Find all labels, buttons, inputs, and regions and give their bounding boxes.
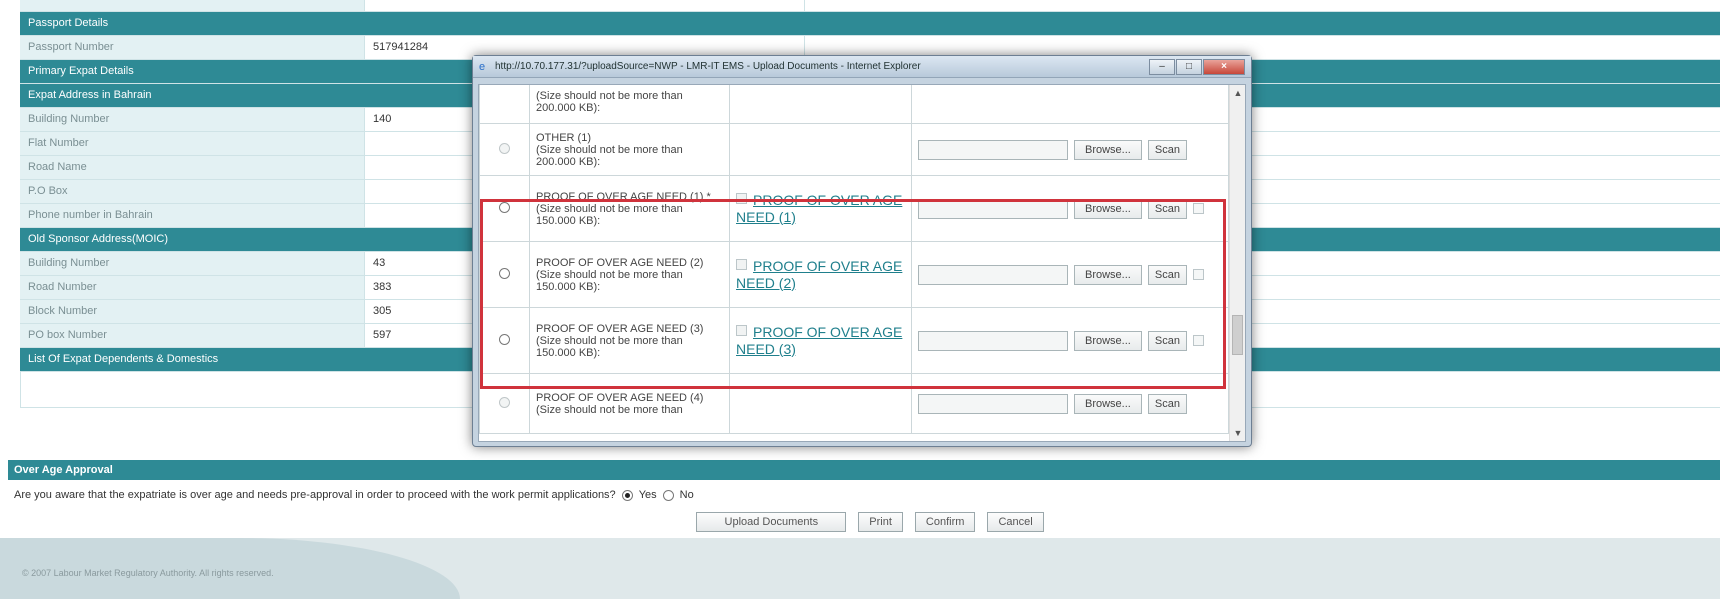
over-age-question: Are you aware that the expatriate is ove…	[14, 489, 616, 501]
document-name: PROOF OF OVER AGE NEED (3)	[536, 322, 704, 335]
over-age-header: Over Age Approval	[8, 460, 1720, 480]
no-label[interactable]: No	[680, 489, 694, 501]
browse-button[interactable]: Browse...	[1074, 139, 1142, 160]
scroll-up-icon[interactable]: ▲	[1230, 85, 1245, 101]
document-size-note: (Size should not be more than 150.000 KB…	[536, 334, 683, 359]
document-link[interactable]: PROOF OF OVER AGE NEED (1)	[736, 192, 902, 225]
scan-button[interactable]: Scan	[1147, 330, 1187, 351]
document-radio[interactable]	[499, 142, 510, 154]
document-name: OTHER (1)	[536, 131, 591, 144]
upload-checkbox[interactable]	[1192, 203, 1204, 214]
document-size-note: (Size should not be more than 150.000 KB…	[536, 268, 683, 293]
document-row: OTHER (1) (Size should not be more than 2…	[479, 123, 1229, 176]
documents-table: (Size should not be more than 200.000 KB…	[479, 85, 1229, 434]
browse-button[interactable]: Browse...	[1074, 198, 1142, 219]
flat-number-label: Flat Number	[20, 132, 364, 155]
window-controls: – □ ×	[1149, 58, 1245, 75]
yes-label[interactable]: Yes	[639, 489, 657, 501]
window-titlebar[interactable]: e http://10.70.177.31/?uploadSource=NWP …	[473, 56, 1251, 78]
scroll-thumb[interactable]	[1232, 315, 1243, 355]
document-name: PROOF OF OVER AGE NEED (1) *	[536, 190, 711, 203]
document-name: PROOF OF OVER AGE NEED (4)	[536, 391, 704, 404]
action-buttons: Upload Documents Print Confirm Cancel	[0, 512, 1720, 532]
print-button[interactable]: Print	[858, 512, 903, 532]
upload-documents-button[interactable]: Upload Documents	[696, 512, 847, 532]
file-path-input[interactable]	[918, 198, 1068, 219]
building-number-label: Building Number	[20, 108, 364, 131]
road-name-label: Road Name	[20, 156, 364, 179]
upload-documents-window: e http://10.70.177.31/?uploadSource=NWP …	[472, 55, 1252, 447]
browse-button[interactable]: Browse...	[1074, 393, 1142, 414]
document-link[interactable]: PROOF OF OVER AGE NEED (3)	[736, 324, 902, 357]
maximize-icon[interactable]: □	[1176, 58, 1202, 75]
document-link[interactable]: PROOF OF OVER AGE NEED (2)	[736, 258, 902, 291]
upload-documents-content: (Size should not be more than 200.000 KB…	[478, 84, 1246, 442]
copyright-text: © 2007 Labour Market Regulatory Authorit…	[22, 568, 274, 578]
cancel-button[interactable]: Cancel	[987, 512, 1044, 532]
no-radio[interactable]	[662, 489, 674, 501]
browse-button[interactable]: Browse...	[1074, 330, 1142, 351]
window-title: http://10.70.177.31/?uploadSource=NWP - …	[495, 61, 921, 72]
file-path-input[interactable]	[918, 264, 1068, 285]
internet-explorer-icon: e	[479, 60, 486, 73]
browse-button[interactable]: Browse...	[1074, 264, 1142, 285]
yes-radio[interactable]	[621, 489, 633, 501]
confirm-button[interactable]: Confirm	[914, 512, 976, 532]
document-row: PROOF OF OVER AGE NEED (2) (Size should n…	[479, 241, 1229, 308]
document-radio[interactable]	[499, 396, 510, 408]
upload-checkbox[interactable]	[1192, 269, 1204, 280]
close-icon[interactable]: ×	[1203, 58, 1245, 75]
document-radio[interactable]	[499, 333, 510, 345]
scan-button[interactable]: Scan	[1147, 198, 1187, 219]
po-box-label: P.O Box	[20, 180, 364, 203]
passport-section-header: Passport Details	[20, 12, 1720, 36]
document-radio[interactable]	[499, 267, 510, 279]
document-size-note: (Size should not be more than	[536, 403, 683, 416]
passport-number-label: Passport Number	[20, 36, 364, 59]
document-row: (Size should not be more than 200.000 KB…	[479, 85, 1229, 124]
scan-button[interactable]: Scan	[1147, 264, 1187, 285]
document-name: PROOF OF OVER AGE NEED (2)	[536, 256, 704, 269]
vertical-scrollbar[interactable]: ▲ ▼	[1229, 85, 1245, 441]
document-row: PROOF OF OVER AGE NEED (3) (Size should n…	[479, 307, 1229, 374]
document-size-note: (Size should not be more than 200.000 KB…	[536, 143, 683, 168]
footer: © 2007 Labour Market Regulatory Authorit…	[0, 538, 1720, 599]
file-path-input[interactable]	[918, 330, 1068, 351]
os-building-label: Building Number	[20, 252, 364, 275]
scan-button[interactable]: Scan	[1147, 393, 1187, 414]
scroll-down-icon[interactable]: ▼	[1230, 425, 1245, 441]
document-radio[interactable]	[499, 201, 510, 213]
file-path-input[interactable]	[918, 139, 1068, 160]
document-checkbox[interactable]	[736, 258, 747, 270]
document-checkbox[interactable]	[736, 324, 747, 336]
document-size-note: (Size should not be more than 200.000 KB…	[536, 89, 683, 114]
clipped-row	[20, 0, 1720, 12]
os-block-label: Block Number	[20, 300, 364, 323]
file-path-input[interactable]	[918, 393, 1068, 414]
over-age-question-row: Are you aware that the expatriate is ove…	[8, 484, 1720, 506]
minimize-icon[interactable]: –	[1149, 58, 1175, 75]
scan-button[interactable]: Scan	[1147, 139, 1187, 160]
os-road-label: Road Number	[20, 276, 364, 299]
document-checkbox[interactable]	[736, 192, 747, 204]
upload-checkbox[interactable]	[1192, 335, 1204, 346]
document-size-note: (Size should not be more than 150.000 KB…	[536, 202, 683, 227]
document-row: PROOF OF OVER AGE NEED (4) (Size should n…	[479, 373, 1229, 434]
phone-label: Phone number in Bahrain	[20, 204, 364, 227]
os-pobox-label: PO box Number	[20, 324, 364, 347]
document-row: PROOF OF OVER AGE NEED (1) * (Size should…	[479, 175, 1229, 242]
